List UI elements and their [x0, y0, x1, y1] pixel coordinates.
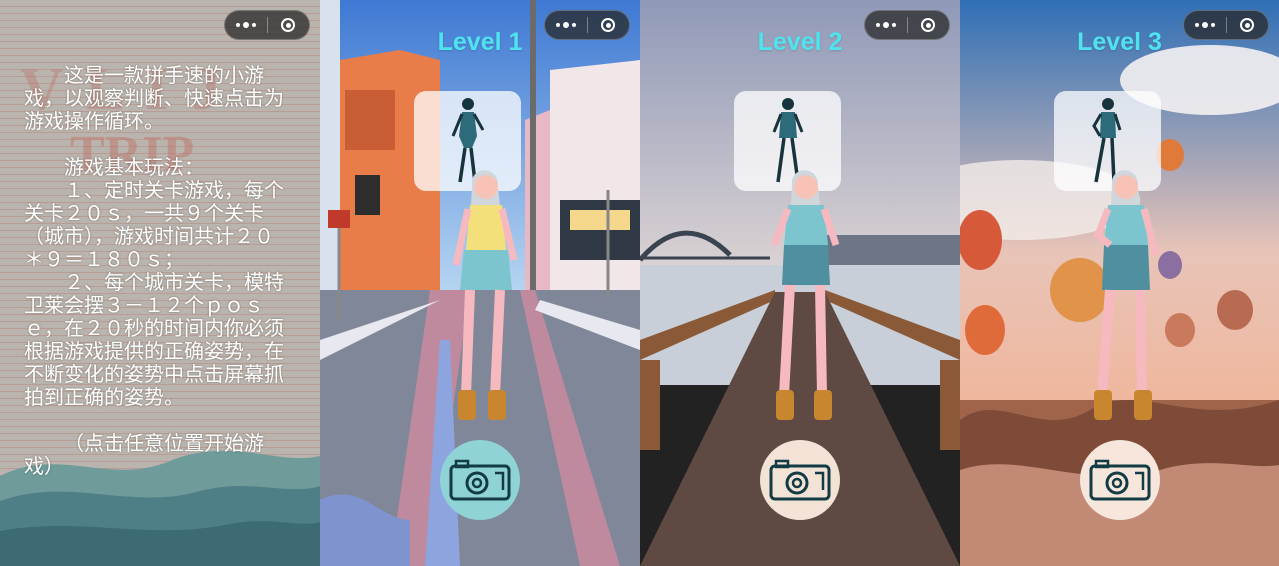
- more-dots-icon[interactable]: [865, 11, 907, 39]
- more-dots-icon[interactable]: [225, 11, 267, 39]
- model-figure: [452, 170, 518, 420]
- start-hint[interactable]: （点击任意位置开始游戏）: [24, 432, 290, 478]
- close-circle-icon[interactable]: [588, 11, 630, 39]
- intro-rule: １、定时关卡游戏，每个关卡２０ｓ，一共９个关卡（城市），游戏时间共计２０＊９＝１…: [24, 178, 284, 271]
- close-circle-icon[interactable]: [908, 11, 950, 39]
- intro-rule: ２、每个城市关卡，模特卫莱会摆３－１２个ｐｏｓｅ，在２０秒的时间内你必须根据游戏…: [24, 270, 284, 409]
- camera-icon: [769, 459, 831, 501]
- model-figure: [1093, 170, 1160, 420]
- level-1-screen[interactable]: Level 1: [320, 0, 640, 566]
- intro-screen[interactable]: V L I J TRIP 这是一款拼手速的小游戏，以观察判断、快速点击为游戏操作…: [0, 0, 320, 566]
- more-dots-icon[interactable]: [1184, 11, 1226, 39]
- camera-shutter-button[interactable]: [1080, 440, 1160, 520]
- level-3-screen[interactable]: Level 3: [960, 0, 1279, 566]
- camera-icon: [1089, 459, 1151, 501]
- intro-paragraph: 这是一款拼手速的小游戏，以观察判断、快速点击为游戏操作循环。: [24, 63, 284, 133]
- intro-heading: 游戏基本玩法：: [64, 155, 204, 179]
- more-dots-icon[interactable]: [545, 11, 587, 39]
- close-circle-icon[interactable]: [1227, 11, 1269, 39]
- screenshot-strip: V L I J TRIP 这是一款拼手速的小游戏，以观察判断、快速点击为游戏操作…: [0, 0, 1279, 566]
- menu-capsule: [864, 10, 950, 40]
- intro-text: 这是一款拼手速的小游戏，以观察判断、快速点击为游戏操作循环。 游戏基本玩法： １…: [24, 64, 290, 478]
- model-figure: [770, 170, 840, 420]
- camera-shutter-button[interactable]: [440, 440, 520, 520]
- menu-capsule: [1183, 10, 1269, 40]
- menu-capsule: [224, 10, 310, 40]
- close-circle-icon[interactable]: [268, 11, 310, 39]
- camera-shutter-button[interactable]: [760, 440, 840, 520]
- menu-capsule: [544, 10, 630, 40]
- camera-icon: [449, 459, 511, 501]
- level-2-screen[interactable]: Level 2: [640, 0, 960, 566]
